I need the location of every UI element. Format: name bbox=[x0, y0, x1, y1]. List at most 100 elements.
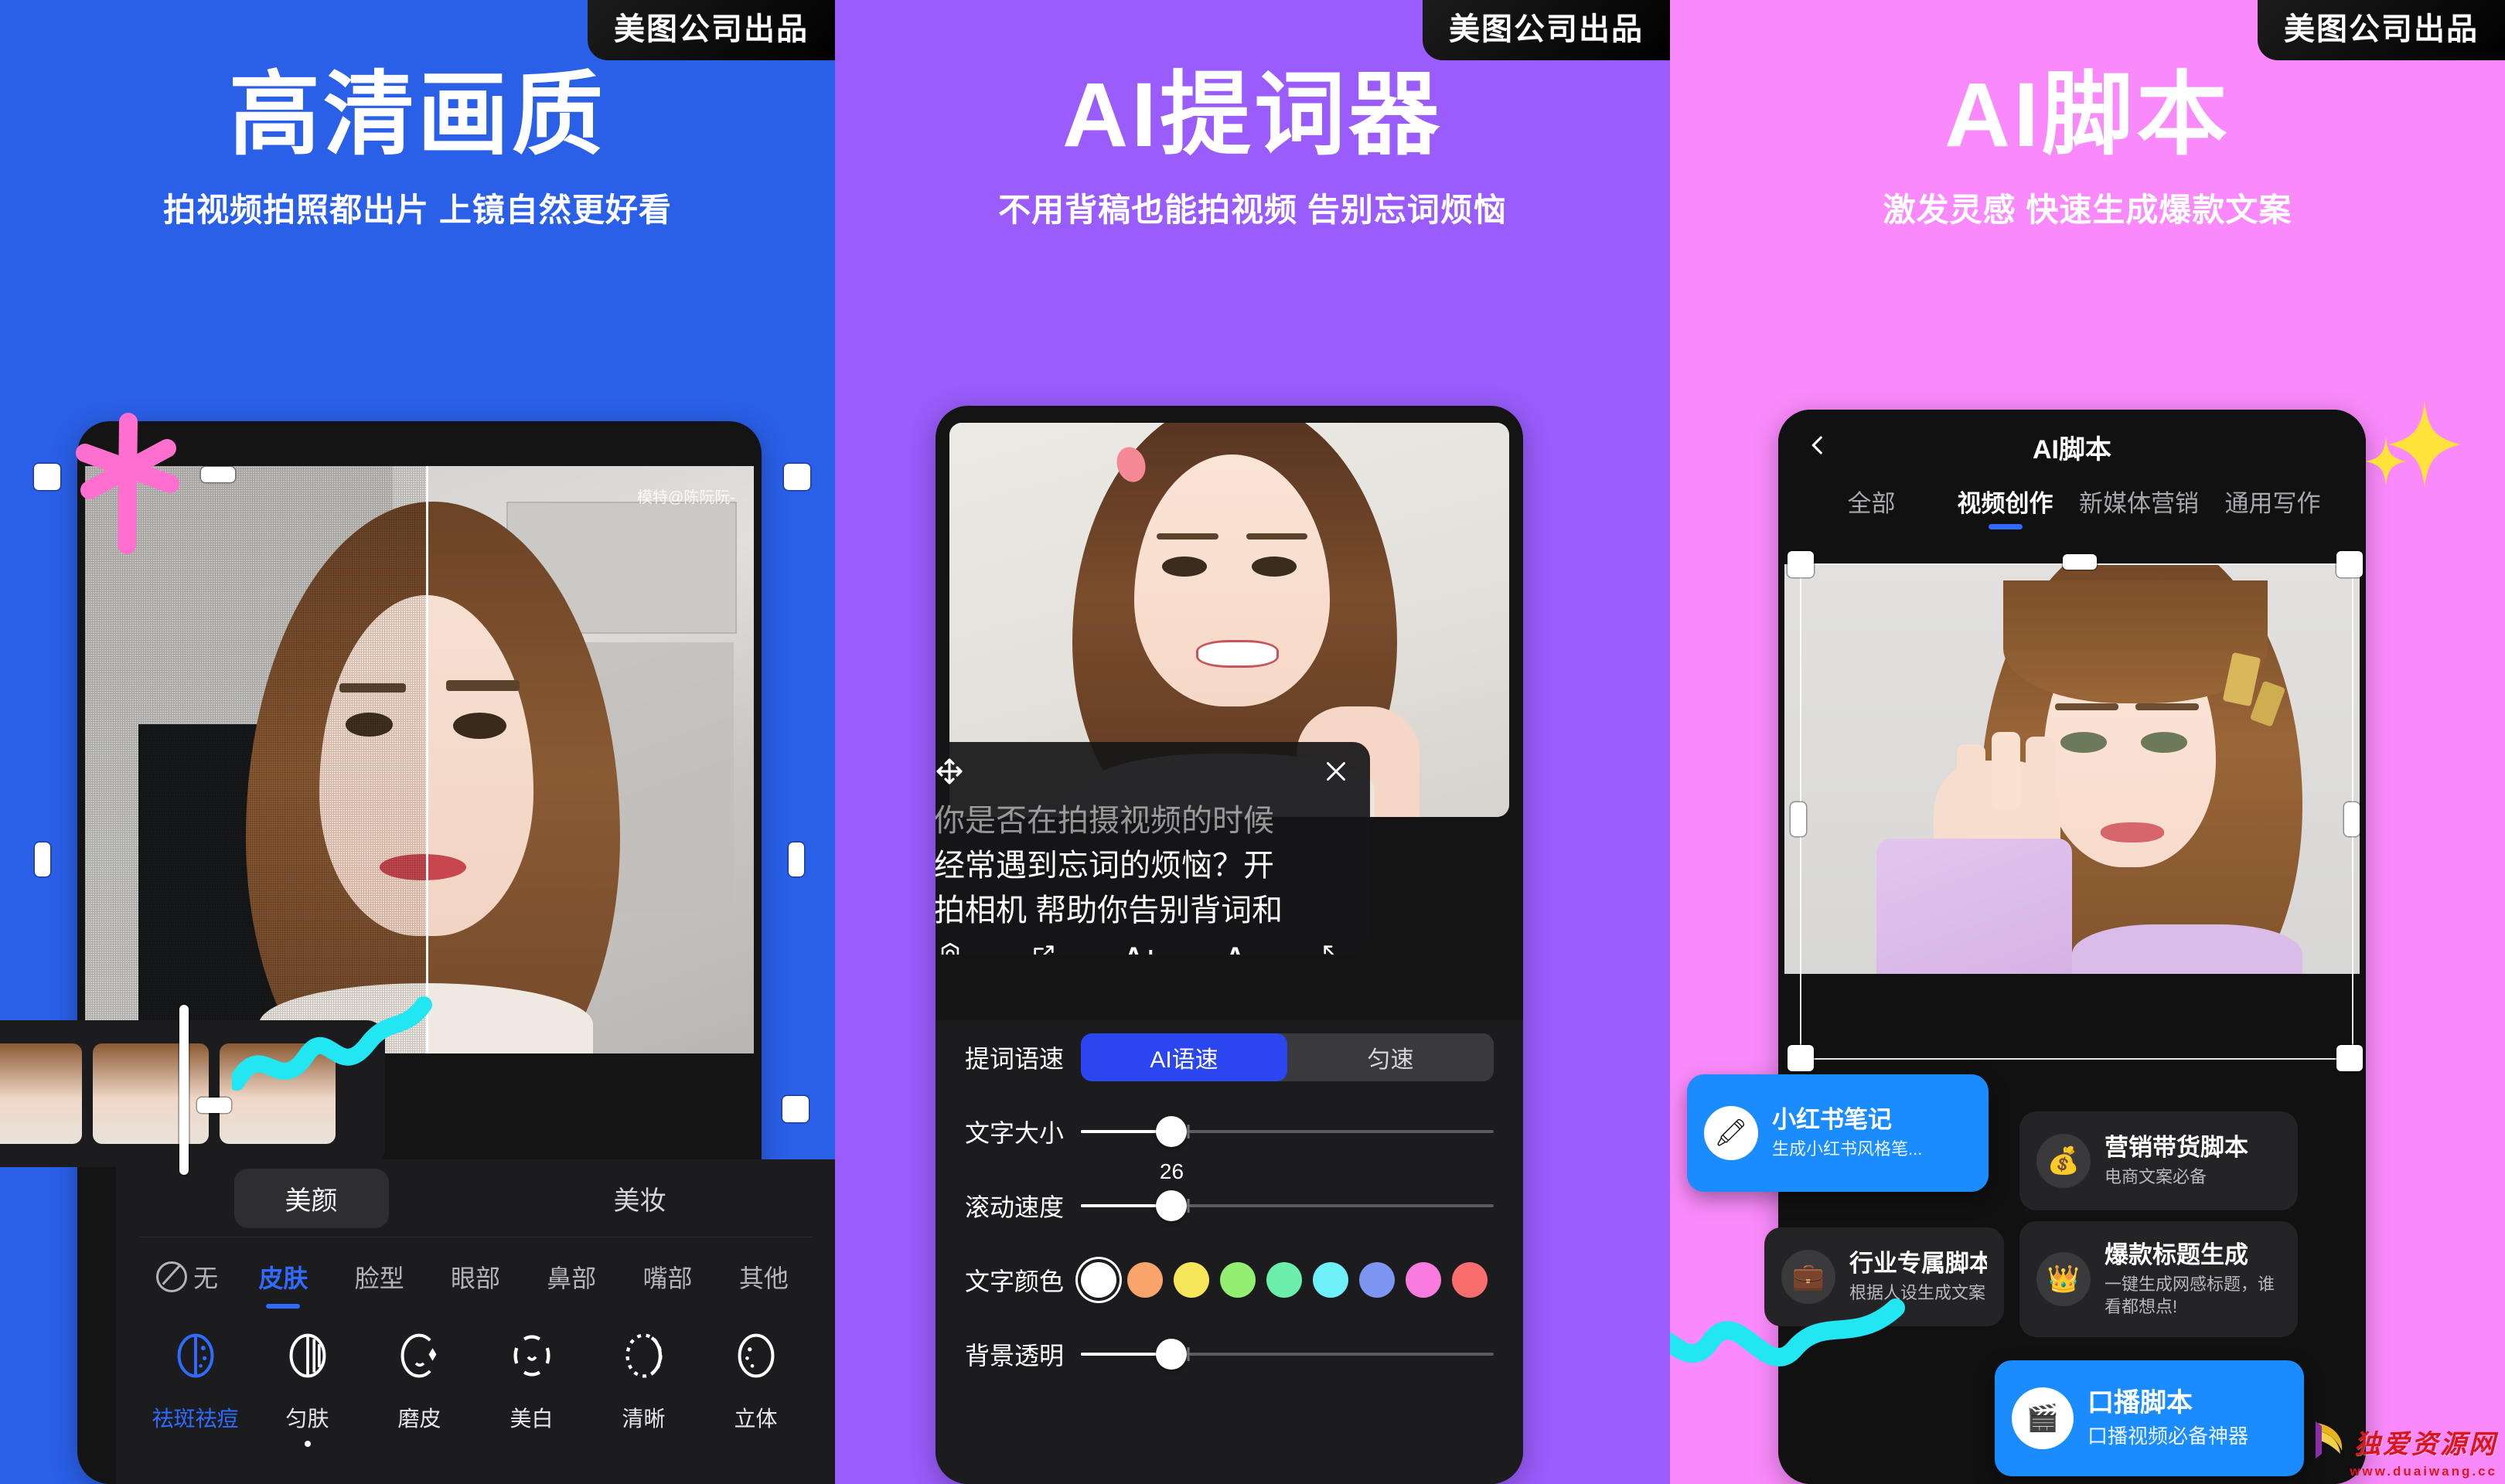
speed-option-uniform[interactable]: 匀速 bbox=[1287, 1033, 1494, 1081]
crop-handle-right[interactable] bbox=[789, 842, 804, 876]
page-title: AI提词器 bbox=[1062, 64, 1443, 166]
speed-segmented-control[interactable]: AI语速 匀速 bbox=[1081, 1033, 1494, 1081]
card-marketing-script[interactable]: 💰 营销带货脚本 电商文案必备 bbox=[2019, 1111, 2298, 1210]
crop-handle-left[interactable] bbox=[35, 842, 50, 876]
color-swatch-green[interactable] bbox=[1220, 1262, 1256, 1298]
speed-option-ai[interactable]: AI语速 bbox=[1081, 1033, 1287, 1081]
crop-handle-bottom-center[interactable] bbox=[197, 1098, 231, 1113]
category-nose[interactable]: 鼻部 bbox=[523, 1259, 619, 1295]
resize-icon[interactable] bbox=[1321, 942, 1347, 955]
teleprompter-overlay[interactable]: 你是否在拍摄视频的时候 经常遇到忘词的烦恼？开 拍相机 帮助你告别背词和 A+ … bbox=[936, 742, 1370, 955]
tab-new-media-marketing[interactable]: 新媒体营销 bbox=[2072, 484, 2206, 529]
crop-handle-bottom-left[interactable] bbox=[1788, 1045, 1814, 1071]
watermark-title: 独爱资源网 bbox=[2354, 1430, 2497, 1459]
tab-makeup[interactable]: 美妆 bbox=[475, 1179, 804, 1217]
move-arrows-icon[interactable] bbox=[936, 756, 965, 791]
crop-handle-left[interactable] bbox=[1791, 802, 1806, 836]
card-title: 行业专属脚本 bbox=[1849, 1250, 1987, 1278]
tab-video-creation[interactable]: 视频创作 bbox=[1938, 484, 2072, 529]
font-decrease-icon[interactable]: A- bbox=[1225, 942, 1253, 955]
color-swatch-yellow[interactable] bbox=[1174, 1262, 1209, 1298]
crop-handle-top-left[interactable] bbox=[1788, 551, 1814, 577]
tool-blemish-remove[interactable]: 祛斑祛痘 bbox=[139, 1330, 251, 1447]
money-bag-icon: 💰 bbox=[2036, 1134, 2091, 1188]
filmstrip-playhead[interactable] bbox=[179, 1005, 189, 1175]
crop-handle-bottom-right[interactable] bbox=[2336, 1045, 2363, 1071]
before-after-photo[interactable]: 模特@陈阮阮- bbox=[85, 466, 754, 1053]
panel-headline-block: 高清画质 拍视频拍照都出片 上镜自然更好看 bbox=[0, 70, 835, 231]
category-faceshape[interactable]: 脸型 bbox=[332, 1259, 428, 1295]
crop-handle-top-right[interactable] bbox=[784, 464, 810, 490]
font-increase-icon[interactable]: A+ bbox=[1124, 942, 1158, 955]
crown-icon: 👑 bbox=[2036, 1252, 2091, 1306]
card-title: 爆款标题生成 bbox=[2105, 1241, 2248, 1268]
color-swatch-pink[interactable] bbox=[1406, 1262, 1441, 1298]
tool-label: 匀肤 bbox=[285, 1407, 329, 1431]
card-viral-title-generator[interactable]: 👑 爆款标题生成 一键生成网感标题，谁看都想点! bbox=[2019, 1221, 2298, 1337]
filmstrip-thumb[interactable] bbox=[93, 1043, 209, 1144]
card-title: 小红书笔记 bbox=[1772, 1106, 1892, 1134]
page-subtitle: 不用背稿也能拍视频 告别忘词烦恼 bbox=[998, 192, 1507, 228]
whiten-icon bbox=[506, 1335, 557, 1384]
tab-all[interactable]: 全部 bbox=[1805, 484, 1938, 529]
category-eyes[interactable]: 眼部 bbox=[428, 1259, 523, 1295]
panel-ai-teleprompter: 美图公司出品 AI提词器 不用背稿也能拍视频 告别忘词烦恼 你是否在拍摄视频的时… bbox=[835, 0, 1670, 1484]
tool-whiten[interactable]: 美白 bbox=[475, 1330, 588, 1447]
tab-beautify-face[interactable]: 美颜 bbox=[233, 1168, 389, 1228]
color-swatch-row bbox=[1081, 1262, 1494, 1298]
color-swatch-red[interactable] bbox=[1452, 1262, 1488, 1298]
category-label: 无 bbox=[193, 1264, 219, 1292]
blemish-remove-icon bbox=[170, 1333, 221, 1384]
tool-contour[interactable]: 立体 bbox=[700, 1330, 812, 1447]
teleprompter-line: 你是否在拍摄视频的时候 bbox=[936, 804, 1274, 838]
scroll-speed-slider[interactable]: 26 bbox=[1081, 1159, 1494, 1221]
brand-badge-label: 美图公司出品 bbox=[2284, 12, 2479, 46]
photo-filmstrip[interactable] bbox=[0, 1020, 385, 1167]
camera-icon[interactable] bbox=[937, 941, 963, 955]
active-underline bbox=[1988, 524, 2023, 529]
category-skin[interactable]: 皮肤 bbox=[235, 1259, 331, 1309]
site-watermark: 独爱资源网 www.duaiwang.cc bbox=[2311, 1420, 2497, 1479]
color-swatch-mint[interactable] bbox=[1266, 1262, 1302, 1298]
category-label: 皮肤 bbox=[258, 1264, 308, 1292]
tool-sharpen[interactable]: 清晰 bbox=[588, 1330, 700, 1447]
color-swatch-orange[interactable] bbox=[1127, 1262, 1163, 1298]
close-icon[interactable] bbox=[1322, 757, 1350, 789]
category-none[interactable]: 无 bbox=[139, 1259, 235, 1295]
color-swatch-cyan[interactable] bbox=[1313, 1262, 1348, 1298]
brand-badge-label: 美图公司出品 bbox=[614, 12, 809, 46]
tool-smooth-skin[interactable]: 磨皮 bbox=[363, 1330, 475, 1447]
card-xiaohongshu-note[interactable]: 🖍 小红书笔记 生成小红书风格笔... bbox=[1687, 1074, 1989, 1192]
filmstrip-thumb[interactable] bbox=[220, 1043, 336, 1144]
color-swatch-blue[interactable] bbox=[1359, 1262, 1395, 1298]
crop-handle-top-center[interactable] bbox=[2063, 554, 2097, 570]
model-photo[interactable] bbox=[1784, 564, 2360, 974]
crop-handle-top-center[interactable] bbox=[201, 467, 235, 482]
clapperboard-icon: 🎬 bbox=[2012, 1387, 2074, 1449]
tab-general-writing[interactable]: 通用写作 bbox=[2206, 484, 2340, 529]
filmstrip-thumb[interactable] bbox=[0, 1043, 82, 1144]
crop-handle-right[interactable] bbox=[2344, 802, 2360, 836]
panel-ai-script: 美图公司出品 AI脚本 激发灵感 快速生成爆款文案 AI脚本 全部 视频创作 新… bbox=[1670, 0, 2505, 1484]
category-label: 脸型 bbox=[354, 1264, 404, 1292]
none-circle-icon bbox=[156, 1261, 188, 1292]
crop-handle-top-left[interactable] bbox=[34, 464, 60, 490]
color-swatch-white[interactable] bbox=[1081, 1262, 1116, 1298]
card-industry-script[interactable]: 💼 行业专属脚本 根据人设生成文案 bbox=[1764, 1227, 2004, 1326]
category-other[interactable]: 其他 bbox=[716, 1259, 812, 1295]
bg-opacity-label: 背景透明 bbox=[965, 1342, 1065, 1370]
category-mouth[interactable]: 嘴部 bbox=[619, 1259, 715, 1295]
three-panel-promo: 美图公司出品 高清画质 拍视频拍照都出片 上镜自然更好看 模特@陈阮阮- 美颜 … bbox=[0, 0, 2505, 1484]
text-size-slider[interactable] bbox=[1081, 1116, 1494, 1147]
tool-label: 祛斑祛痘 bbox=[152, 1407, 239, 1431]
crop-handle-bottom-right[interactable] bbox=[782, 1096, 809, 1122]
edit-icon[interactable] bbox=[1031, 942, 1057, 955]
briefcase-icon: 💼 bbox=[1781, 1250, 1835, 1304]
bg-opacity-slider[interactable] bbox=[1081, 1339, 1494, 1370]
card-oral-broadcast-script[interactable]: 🎬 口播脚本 口播视频必备神器 bbox=[1995, 1360, 2304, 1476]
category-label: 鼻部 bbox=[547, 1264, 597, 1292]
before-after-divider[interactable] bbox=[426, 466, 429, 1053]
tool-even-skin[interactable]: 匀肤 bbox=[251, 1330, 363, 1447]
teleprompter-line: 拍相机 帮助你告别背词和 bbox=[936, 893, 1283, 928]
crop-handle-top-right[interactable] bbox=[2336, 551, 2363, 577]
